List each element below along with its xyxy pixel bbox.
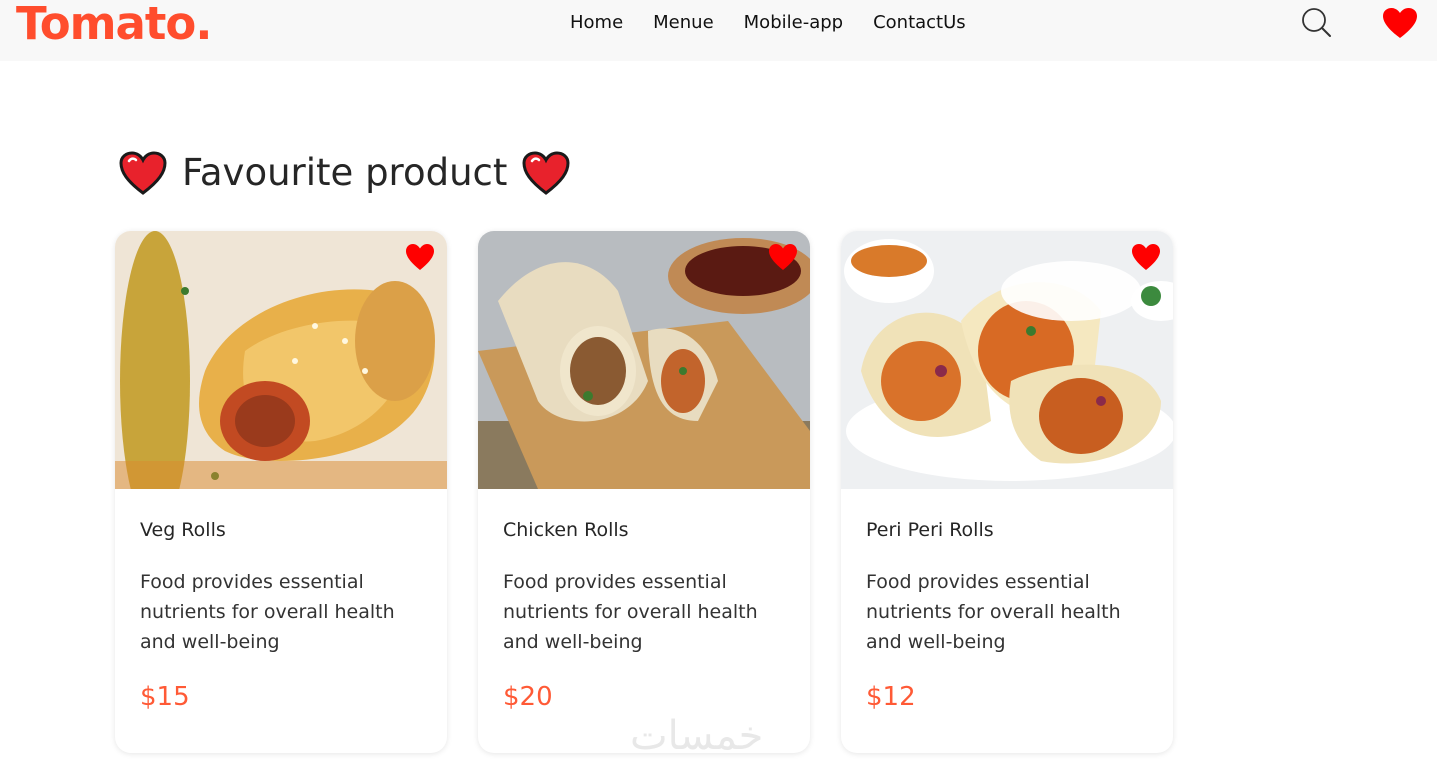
product-card[interactable]: Chicken Rolls Food provides essential nu… — [478, 231, 810, 753]
product-description: Food provides essential nutrients for ov… — [503, 571, 758, 653]
product-price: $20 — [503, 682, 553, 712]
veg-rolls-image — [115, 231, 447, 489]
product-description: Food provides essential nutrients for ov… — [140, 571, 395, 653]
product-name: Peri Peri Rolls — [866, 519, 994, 541]
peri-peri-rolls-image — [841, 231, 1173, 489]
favourite-heart-icon[interactable] — [405, 243, 435, 271]
section-title: Favourite product — [118, 148, 571, 198]
watermark: خمسات — [630, 713, 764, 759]
nav-links: Home Menue Mobile-app ContactUs — [570, 11, 966, 35]
heart-icon[interactable] — [1382, 7, 1418, 39]
product-card[interactable]: Peri Peri Rolls Food provides essential … — [841, 231, 1173, 753]
product-price: $15 — [140, 682, 190, 712]
chicken-rolls-image — [478, 231, 810, 489]
search-icon[interactable] — [1300, 6, 1332, 38]
product-name: Veg Rolls — [140, 519, 226, 541]
product-name: Chicken Rolls — [503, 519, 629, 541]
product-price: $12 — [866, 682, 916, 712]
product-description: Food provides essential nutrients for ov… — [866, 571, 1121, 653]
favourite-heart-icon[interactable] — [768, 243, 798, 271]
heart-icon — [119, 151, 167, 195]
logo[interactable]: Tomato. — [16, 0, 212, 54]
nav-link-menu[interactable]: Menue — [653, 11, 714, 35]
product-card[interactable]: Veg Rolls Food provides essential nutrie… — [115, 231, 447, 753]
navbar: Tomato. Home Menue Mobile-app ContactUs — [0, 0, 1437, 61]
section-title-text: Favourite product — [182, 151, 508, 194]
heart-icon — [522, 151, 570, 195]
nav-link-home[interactable]: Home — [570, 11, 623, 35]
favourite-heart-icon[interactable] — [1131, 243, 1161, 271]
nav-link-mobile-app[interactable]: Mobile-app — [744, 11, 843, 35]
nav-link-contact[interactable]: ContactUs — [873, 11, 966, 35]
